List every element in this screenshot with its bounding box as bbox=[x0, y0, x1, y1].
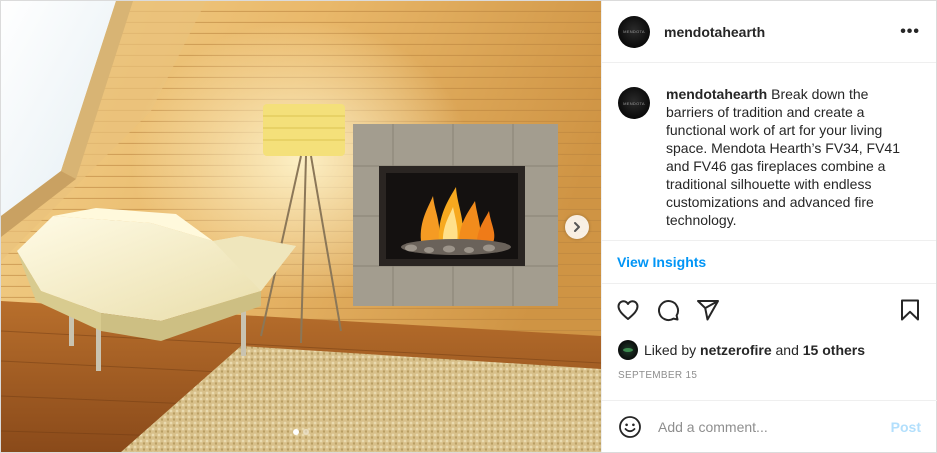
carousel-indicator bbox=[1, 429, 601, 435]
bookmark-icon[interactable] bbox=[898, 298, 922, 322]
share-icon[interactable] bbox=[696, 298, 720, 322]
caption-avatar[interactable]: MENDOTA bbox=[618, 87, 650, 119]
post-date[interactable]: SEPTEMBER 15 bbox=[602, 370, 936, 388]
likes-prefix: Liked by bbox=[644, 342, 697, 358]
more-options-icon[interactable]: ••• bbox=[900, 23, 920, 41]
chevron-right-icon bbox=[574, 222, 580, 232]
carousel-dot-active bbox=[293, 429, 299, 435]
next-slide-button[interactable] bbox=[565, 215, 589, 239]
view-insights-link[interactable]: View Insights bbox=[617, 254, 706, 270]
header-username[interactable]: mendotahearth bbox=[664, 24, 765, 40]
comment-bar: Post bbox=[602, 400, 937, 452]
avatar-logo-text: MENDOTA bbox=[623, 100, 645, 106]
liker-username[interactable]: netzerofire bbox=[700, 342, 772, 358]
post-details-panel: MENDOTA mendotahearth ••• MENDOTA mendot… bbox=[601, 1, 937, 452]
emoji-icon[interactable] bbox=[618, 415, 642, 439]
comment-icon[interactable] bbox=[656, 298, 680, 322]
caption: mendotahearth Break down the barriers of … bbox=[666, 85, 916, 240]
liker-avatar[interactable] bbox=[618, 340, 638, 360]
caption-section: MENDOTA mendotahearth Break down the barr… bbox=[602, 63, 936, 241]
likes-others-link[interactable]: 15 others bbox=[803, 342, 865, 358]
likes-summary: Liked by netzerofire and 15 others bbox=[602, 336, 936, 364]
fireplace-room-photo bbox=[1, 1, 601, 452]
action-bar bbox=[602, 284, 936, 336]
post-image[interactable] bbox=[1, 1, 601, 452]
post-header: MENDOTA mendotahearth ••• bbox=[602, 1, 936, 63]
instagram-post: MENDOTA mendotahearth ••• MENDOTA mendot… bbox=[0, 0, 937, 453]
caption-text: Break down the barriers of tradition and… bbox=[666, 86, 900, 228]
post-comment-button[interactable]: Post bbox=[891, 419, 921, 435]
heart-icon[interactable] bbox=[616, 298, 640, 322]
insights-row: View Insights bbox=[602, 241, 936, 284]
likes-middle: and bbox=[775, 342, 799, 358]
caption-username[interactable]: mendotahearth bbox=[666, 86, 767, 102]
carousel-dot bbox=[303, 429, 309, 435]
avatar-logo-text: MENDOTA bbox=[623, 29, 645, 34]
avatar[interactable]: MENDOTA bbox=[618, 15, 650, 48]
comment-input[interactable] bbox=[658, 418, 868, 435]
